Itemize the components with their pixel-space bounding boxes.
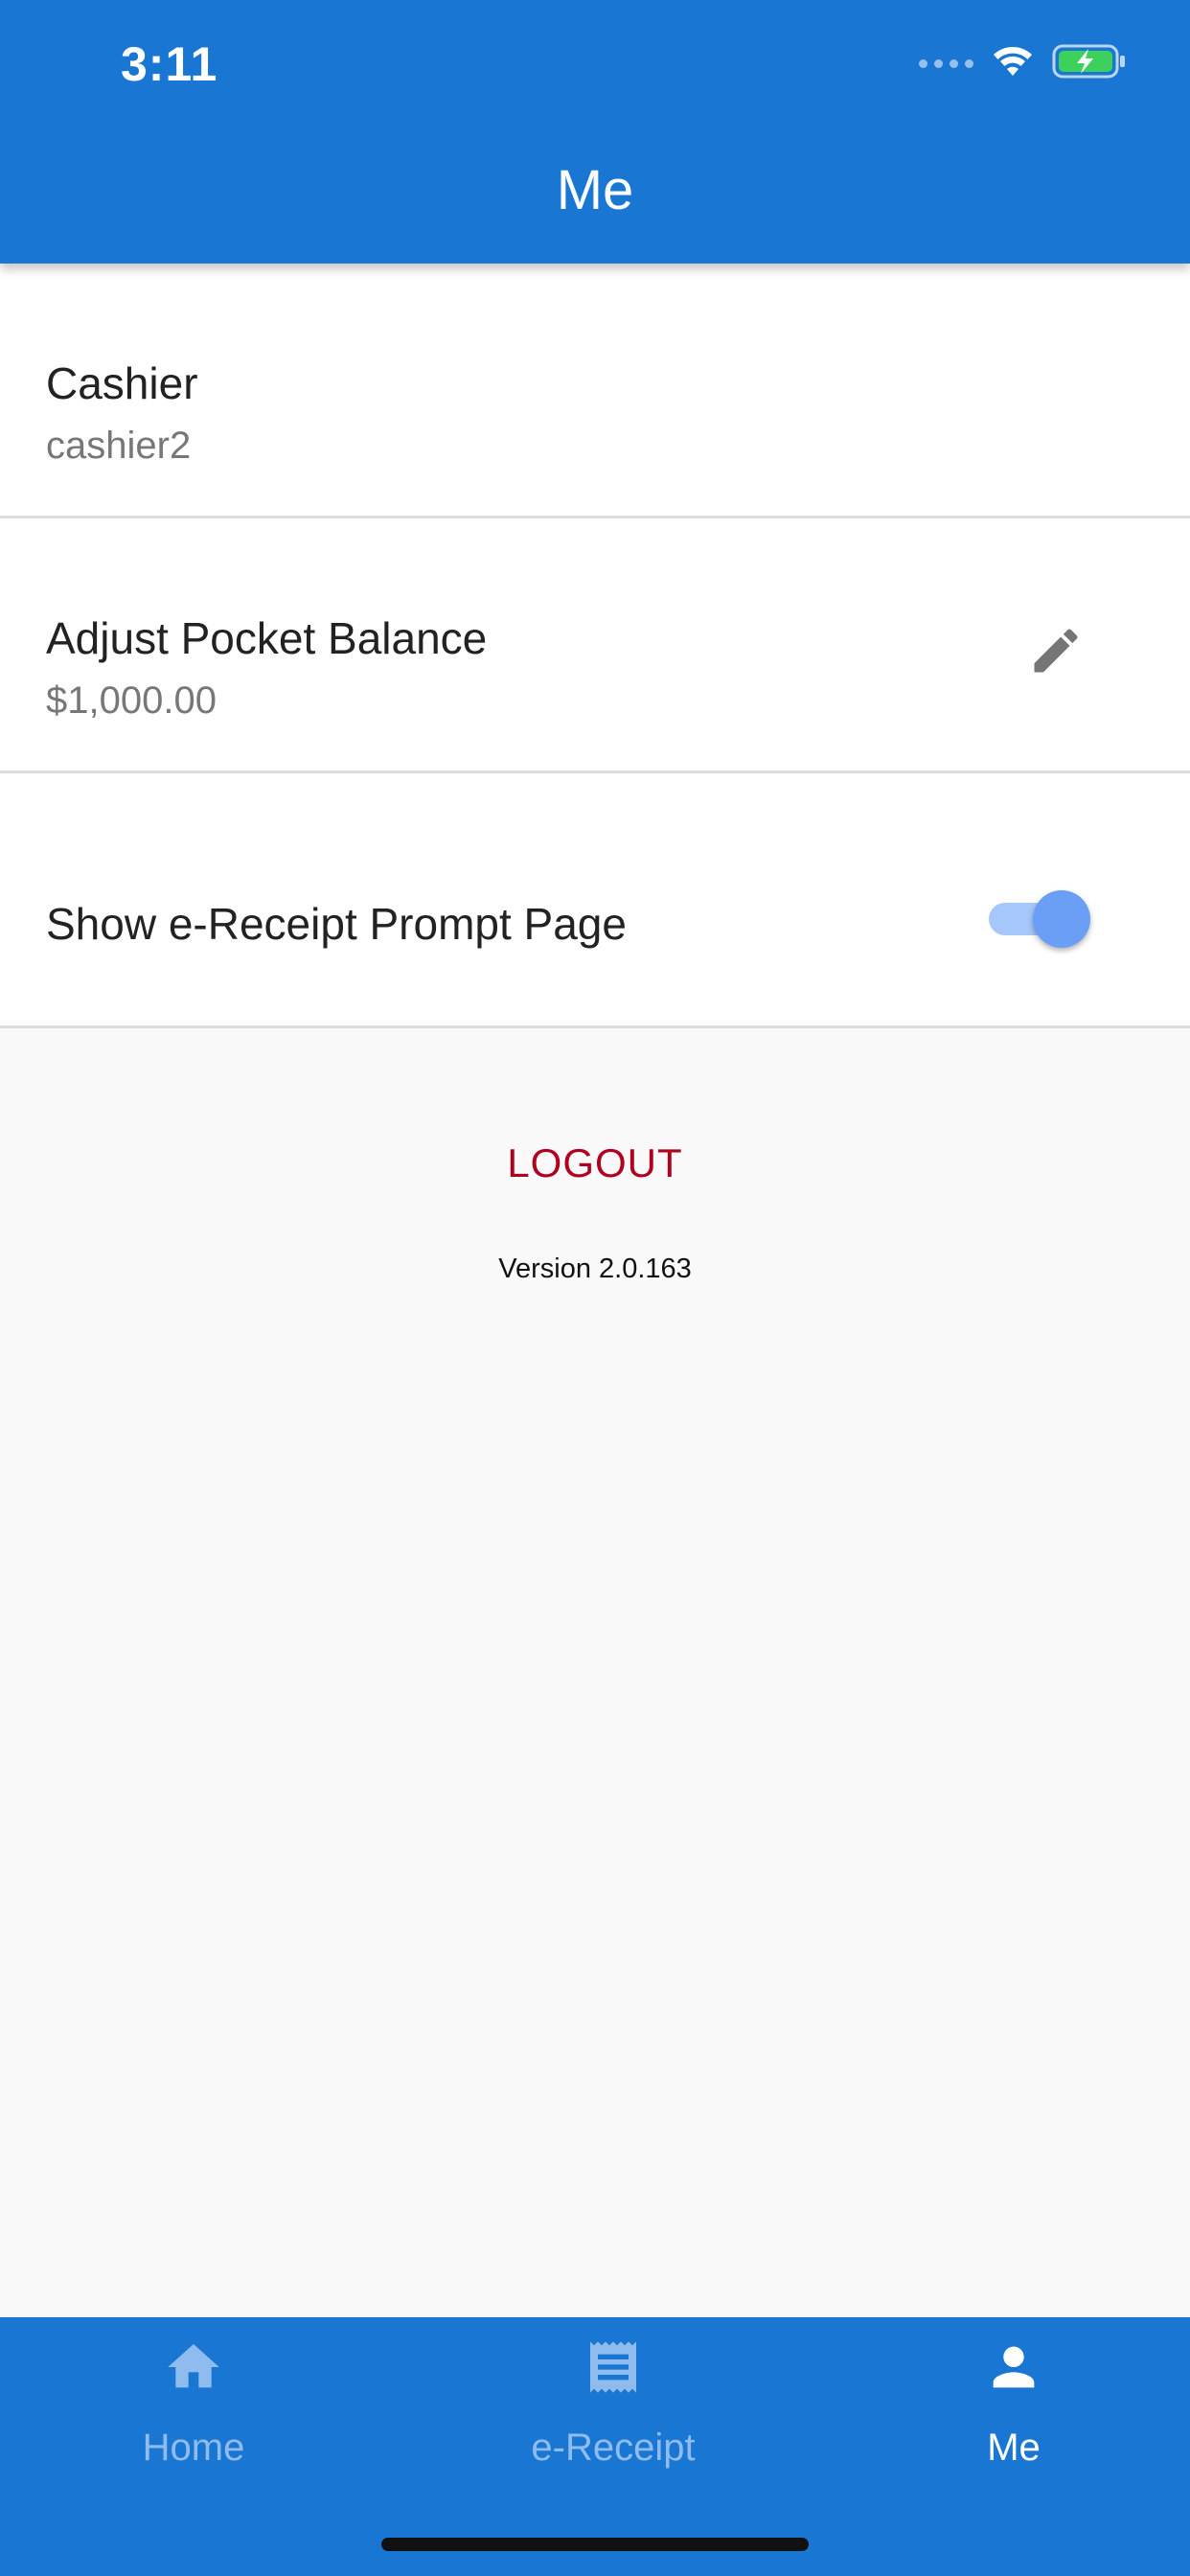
- status-icons: [919, 42, 1127, 84]
- toggle-thumb: [1033, 890, 1090, 948]
- home-indicator: [381, 2538, 809, 2551]
- profile-row: Cashier cashier2: [0, 264, 1190, 518]
- battery-charging-icon: [1052, 43, 1127, 84]
- pocket-balance-label: Adjust Pocket Balance: [46, 613, 488, 663]
- username: cashier2: [46, 425, 192, 467]
- nav-ereceipt-label: e-Receipt: [531, 2426, 696, 2469]
- logout-button[interactable]: LOGOUT: [0, 1140, 1190, 1186]
- pocket-balance-row[interactable]: Adjust Pocket Balance $1,000.00: [0, 518, 1190, 773]
- nav-me-label: Me: [987, 2426, 1041, 2469]
- me-screen: 3:11 Me Cashier cashier2 Adjust Pocket B…: [0, 0, 1190, 2576]
- receipt-icon: [583, 2336, 644, 2398]
- home-icon: [163, 2336, 224, 2398]
- nav-home[interactable]: Home: [50, 2317, 337, 2490]
- person-icon: [983, 2336, 1044, 2398]
- nav-me[interactable]: Me: [870, 2317, 1157, 2490]
- app-header: 3:11 Me: [0, 0, 1190, 264]
- nav-home-label: Home: [142, 2426, 245, 2469]
- pencil-icon: [1027, 622, 1085, 684]
- nav-ereceipt[interactable]: e-Receipt: [469, 2317, 757, 2490]
- ereceipt-prompt-row: Show e-Receipt Prompt Page: [0, 773, 1190, 1028]
- wifi-icon: [991, 44, 1035, 83]
- settings-list: Cashier cashier2 Adjust Pocket Balance $…: [0, 264, 1190, 1028]
- page-title: Me: [556, 159, 634, 221]
- status-time: 3:11: [121, 37, 218, 91]
- edit-pocket-balance-button[interactable]: [1027, 624, 1085, 681]
- pocket-balance-value: $1,000.00: [46, 679, 217, 722]
- version-text: Version 2.0.163: [498, 1254, 692, 1284]
- ereceipt-prompt-label: Show e-Receipt Prompt Page: [46, 899, 627, 949]
- user-role: Cashier: [46, 358, 198, 408]
- ereceipt-prompt-toggle[interactable]: [987, 890, 1090, 948]
- cellular-signal-icon: [919, 58, 973, 68]
